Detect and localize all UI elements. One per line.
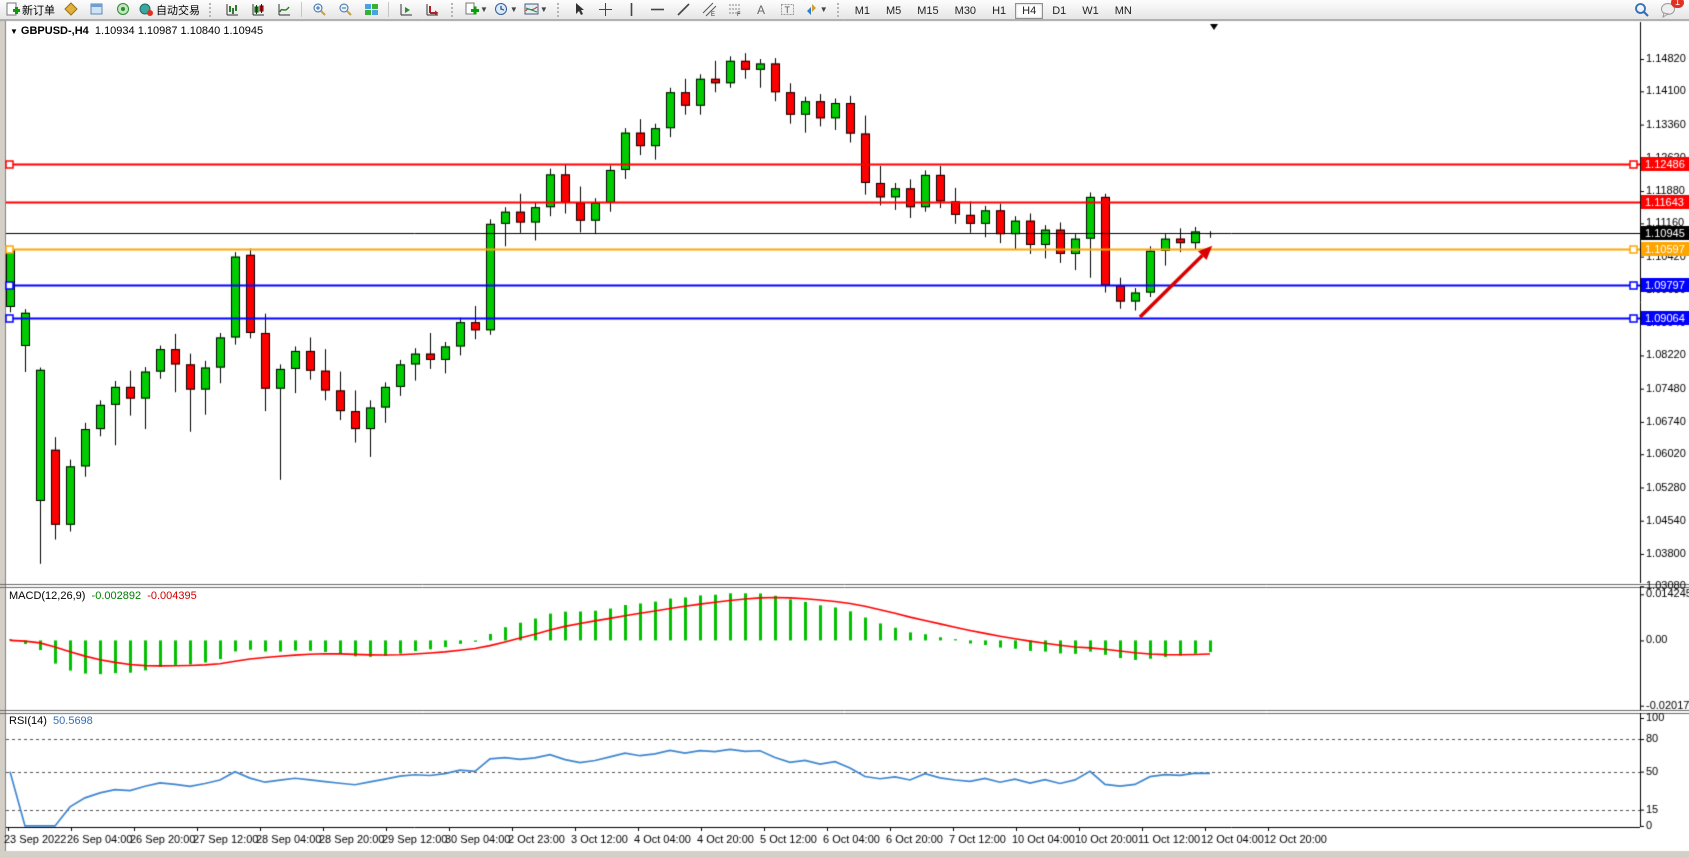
toolbar: 新订单 自动交易 xyxy=(0,0,1689,20)
svg-text:F: F xyxy=(737,12,741,17)
periods-clock-icon xyxy=(494,2,509,17)
templates-button[interactable]: ▼ xyxy=(521,0,551,20)
new-order-button[interactable]: 新订单 xyxy=(2,0,58,20)
timeframe-group: M1M5M15M30H1H4D1W1MN xyxy=(847,1,1140,19)
templates-icon xyxy=(524,2,539,17)
svg-text:E: E xyxy=(711,12,715,17)
terminal-button[interactable] xyxy=(110,0,136,20)
horizontal-line-icon xyxy=(650,2,665,17)
cursor-button[interactable] xyxy=(567,0,593,20)
cursor-icon xyxy=(572,2,587,17)
notification-badge: 1 xyxy=(1671,0,1684,8)
new-order-icon xyxy=(5,2,20,17)
chart-shift-button[interactable] xyxy=(393,0,419,20)
zoom-out-button[interactable] xyxy=(332,0,358,20)
timeframe-H1[interactable]: H1 xyxy=(985,3,1013,19)
timeframe-M15[interactable]: M15 xyxy=(910,3,945,19)
text-icon: A xyxy=(754,2,769,17)
chat-button[interactable]: 1 xyxy=(1655,0,1681,20)
candlestick-chart-icon xyxy=(251,2,266,17)
dropdown-caret: ▼ xyxy=(820,5,828,14)
auto-trading-icon xyxy=(139,2,154,17)
dropdown-caret: ▼ xyxy=(510,5,518,14)
auto-trading-button[interactable]: 自动交易 xyxy=(136,0,203,20)
text-label-button[interactable]: T xyxy=(775,0,801,20)
equidistant-channel-icon: E xyxy=(702,2,717,17)
periods-button[interactable]: ▼ xyxy=(491,0,521,20)
arrows-button[interactable]: ▼ xyxy=(801,0,831,20)
indicators-button[interactable]: ▼ xyxy=(461,0,491,20)
auto-scroll-icon xyxy=(425,2,440,17)
toolbar-grip xyxy=(209,3,215,17)
arrows-icon xyxy=(804,2,819,17)
text-label-icon: T xyxy=(780,2,795,17)
timeframe-M1[interactable]: M1 xyxy=(848,3,877,19)
timeframe-D1[interactable]: D1 xyxy=(1045,3,1073,19)
toolbar-grip xyxy=(557,3,563,17)
trendline-icon xyxy=(676,2,691,17)
tile-windows-button[interactable] xyxy=(358,0,384,20)
crosshair-button[interactable] xyxy=(593,0,619,20)
line-chart-button[interactable] xyxy=(271,0,297,20)
search-icon xyxy=(1634,2,1650,18)
timeframe-H4[interactable]: H4 xyxy=(1015,3,1043,19)
fibonacci-icon: F xyxy=(728,2,743,17)
svg-text:T: T xyxy=(785,5,791,15)
auto-scroll-button[interactable] xyxy=(419,0,445,20)
mt4-window: 新订单 自动交易 xyxy=(0,0,1689,858)
timeframe-M30[interactable]: M30 xyxy=(948,3,983,19)
tile-windows-icon xyxy=(364,2,379,17)
svg-text:A: A xyxy=(757,3,765,17)
market-watch-icon xyxy=(64,2,79,17)
chart-canvas[interactable] xyxy=(0,0,1689,858)
fibonacci-button[interactable]: F xyxy=(723,0,749,20)
timeframe-W1[interactable]: W1 xyxy=(1075,3,1106,19)
indicators-icon xyxy=(464,2,479,17)
equidistant-channel-button[interactable]: E xyxy=(697,0,723,20)
data-window-button[interactable] xyxy=(84,0,110,20)
terminal-icon xyxy=(116,2,131,17)
dropdown-caret: ▼ xyxy=(540,5,548,14)
text-button[interactable]: A xyxy=(749,0,775,20)
toolbar-grip xyxy=(837,3,843,17)
zoom-in-button[interactable] xyxy=(306,0,332,20)
zoom-in-icon xyxy=(312,2,327,17)
candlestick-chart-button[interactable] xyxy=(245,0,271,20)
bar-chart-button[interactable] xyxy=(219,0,245,20)
toolbar-right: 1 xyxy=(1629,0,1681,20)
toolbar-grip xyxy=(451,3,457,17)
toolbar-separator xyxy=(301,2,302,17)
chart-shift-icon xyxy=(399,2,414,17)
toolbar-separator xyxy=(388,2,389,17)
crosshair-icon xyxy=(598,2,613,17)
timeframe-MN[interactable]: MN xyxy=(1108,3,1139,19)
bar-chart-icon xyxy=(225,2,240,17)
trendline-button[interactable] xyxy=(671,0,697,20)
line-chart-icon xyxy=(277,2,292,17)
auto-trading-label: 自动交易 xyxy=(156,2,200,18)
timeframe-M5[interactable]: M5 xyxy=(879,3,908,19)
horizontal-line-button[interactable] xyxy=(645,0,671,20)
market-watch-button[interactable] xyxy=(58,0,84,20)
vertical-line-button[interactable] xyxy=(619,0,645,20)
search-button[interactable] xyxy=(1629,0,1655,20)
data-window-icon xyxy=(90,2,105,17)
dropdown-caret: ▼ xyxy=(480,5,488,14)
vertical-line-icon xyxy=(624,2,639,17)
new-order-label: 新订单 xyxy=(22,2,55,18)
zoom-out-icon xyxy=(338,2,353,17)
